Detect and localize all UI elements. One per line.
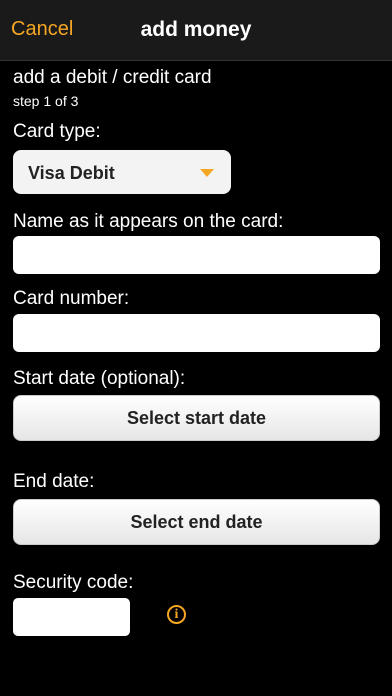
name-field[interactable] (13, 236, 380, 274)
security-code-field[interactable] (13, 598, 130, 636)
triangle-down-icon (200, 169, 214, 177)
security-code-label: Security code: (13, 572, 134, 593)
navigation-bar: Cancel add money (0, 0, 392, 61)
name-label: Name as it appears on the card: (13, 211, 284, 232)
form-heading: add a debit / credit card (13, 67, 212, 88)
step-indicator: step 1 of 3 (13, 93, 79, 109)
select-start-date-button[interactable]: Select start date (13, 395, 380, 441)
page-title: add money (140, 18, 252, 41)
card-type-value: Visa Debit (28, 163, 115, 183)
info-icon[interactable]: i (167, 605, 186, 624)
start-date-label: Start date (optional): (13, 368, 186, 389)
card-type-select[interactable]: Visa Debit (13, 150, 231, 194)
select-end-date-button[interactable]: Select end date (13, 499, 380, 545)
card-number-field[interactable] (13, 314, 380, 352)
card-type-label: Card type: (13, 121, 101, 142)
end-date-label: End date: (13, 471, 95, 492)
card-number-label: Card number: (13, 288, 130, 309)
